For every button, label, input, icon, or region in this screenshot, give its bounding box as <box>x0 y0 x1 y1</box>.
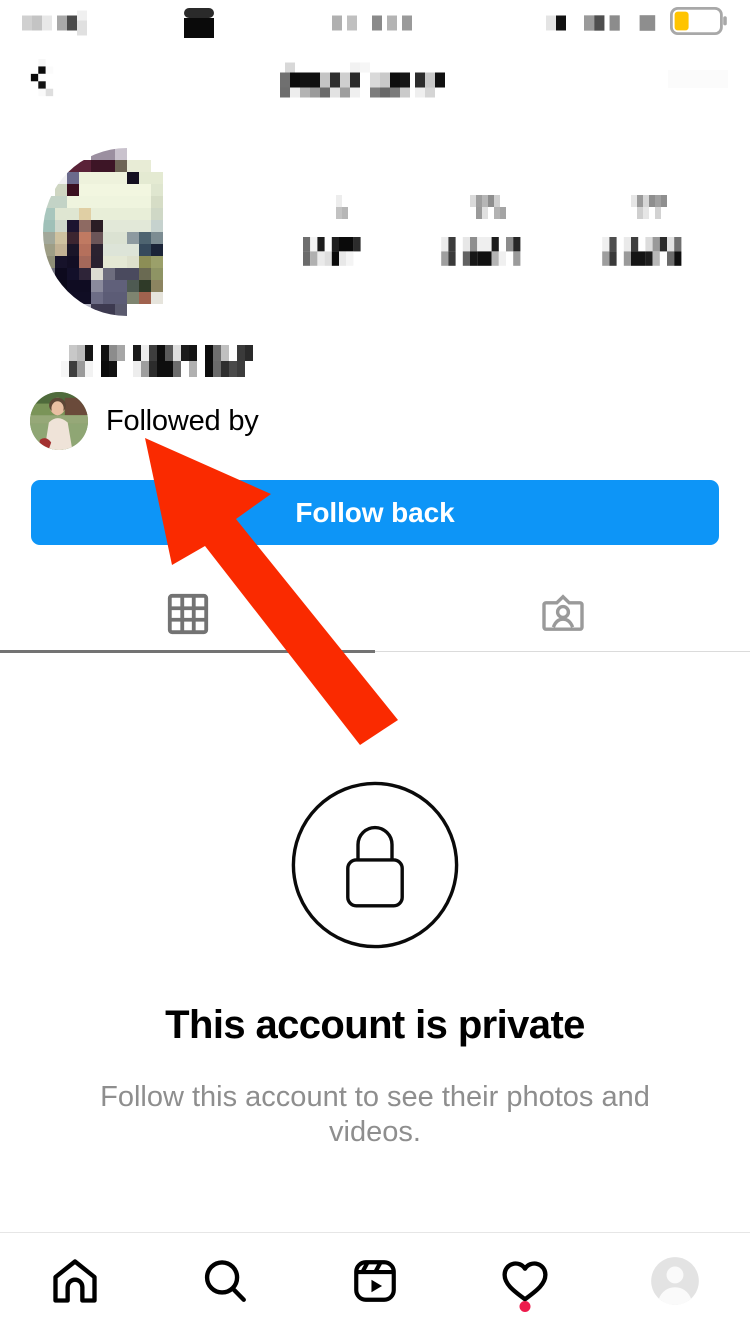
tagged-icon <box>539 590 587 643</box>
followed-by-label: Followed by <box>106 404 259 437</box>
reels-icon <box>350 1256 400 1311</box>
bottom-navigation-bar <box>0 1232 750 1334</box>
wifi-icon <box>584 10 630 36</box>
stat-posts[interactable] <box>299 195 379 273</box>
back-chevron-icon <box>22 59 62 111</box>
nav-search[interactable] <box>150 1233 300 1334</box>
tab-grid[interactable] <box>0 580 375 652</box>
profile-tabs <box>0 580 750 652</box>
header-action-redacted[interactable] <box>668 70 728 100</box>
nav-activity[interactable] <box>450 1233 600 1334</box>
private-account-notice: This account is private Follow this acco… <box>0 780 750 1151</box>
stat-followers[interactable] <box>436 195 540 273</box>
home-icon <box>49 1255 101 1312</box>
follow-back-label: Follow back <box>295 496 455 528</box>
tab-tagged[interactable] <box>375 580 750 652</box>
status-bar <box>0 0 750 46</box>
status-bar-right <box>546 6 728 40</box>
stat-following-label-redacted <box>597 237 701 273</box>
battery-icon <box>669 6 728 40</box>
stat-following-value-redacted <box>613 195 685 225</box>
signal-icon <box>546 10 576 36</box>
stat-following[interactable] <box>597 195 701 273</box>
status-bar-left <box>22 8 218 38</box>
mutual-follower-avatar[interactable] <box>30 392 88 450</box>
profile-avatar[interactable] <box>43 148 211 316</box>
back-button[interactable] <box>22 59 68 111</box>
active-tab-indicator <box>0 650 375 653</box>
activity-notification-dot <box>519 1301 531 1312</box>
stat-posts-value-redacted <box>321 195 357 225</box>
nav-home[interactable] <box>0 1233 150 1334</box>
private-account-description: Follow this account to see their photos … <box>100 1081 650 1149</box>
profile-header <box>0 52 750 118</box>
nav-reels[interactable] <box>300 1233 450 1334</box>
nav-profile[interactable] <box>600 1233 750 1334</box>
profile-stats <box>270 195 730 273</box>
grid-icon <box>165 591 211 642</box>
status-bar-time-redacted <box>22 10 162 36</box>
header-username-redacted <box>280 62 470 108</box>
lock-icon <box>290 780 460 955</box>
status-bar-carrier-redacted <box>180 8 218 38</box>
instagram-profile-screen: Followed by Follow back This account is … <box>0 0 750 1334</box>
search-icon <box>200 1256 250 1311</box>
followed-by-row[interactable]: Followed by <box>30 392 259 450</box>
stat-followers-label-redacted <box>436 237 540 273</box>
status-bar-center-redacted <box>327 10 437 36</box>
stat-followers-value-redacted <box>452 195 524 225</box>
profile-avatar-icon <box>649 1255 701 1312</box>
private-account-title: This account is private <box>165 1003 585 1047</box>
battery-percent-redacted <box>638 10 662 36</box>
profile-summary <box>0 140 750 340</box>
stat-posts-label-redacted <box>299 237 379 273</box>
profile-full-name-redacted <box>36 345 286 377</box>
follow-back-button[interactable]: Follow back <box>31 480 719 545</box>
